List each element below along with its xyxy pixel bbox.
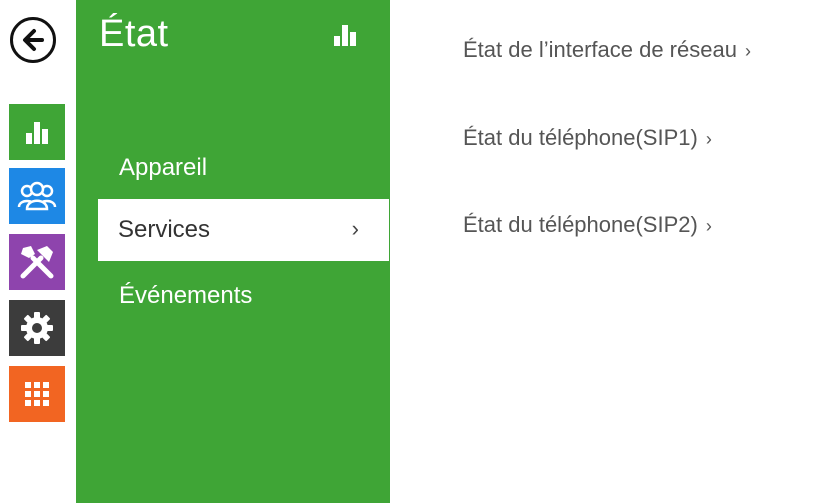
chevron-right-icon: › bbox=[705, 129, 712, 149]
rail-services-button[interactable] bbox=[9, 300, 65, 356]
menu-item-evenements[interactable]: Événements bbox=[99, 265, 390, 327]
system-grid-icon bbox=[25, 382, 49, 406]
menu-item-label: Événements bbox=[119, 282, 253, 309]
back-button[interactable] bbox=[10, 17, 56, 63]
back-arrow-icon bbox=[23, 29, 44, 51]
menu-item-appareil[interactable]: Appareil bbox=[99, 137, 390, 199]
status-chart-icon bbox=[26, 122, 48, 144]
rail-directory-button[interactable] bbox=[9, 168, 65, 224]
chevron-right-icon: › bbox=[351, 215, 359, 241]
link-network-interface-status[interactable]: État de l’interface de réseau › bbox=[463, 37, 751, 63]
chevron-right-icon: › bbox=[744, 41, 751, 61]
services-gear-icon bbox=[21, 312, 53, 344]
link-label: État du téléphone(SIP1) bbox=[463, 125, 698, 150]
link-label: État du téléphone(SIP2) bbox=[463, 212, 698, 237]
page-title: État bbox=[99, 13, 169, 55]
rail-status-button[interactable] bbox=[9, 104, 65, 160]
menu-item-services[interactable]: Services › bbox=[98, 199, 389, 261]
menu-item-label: Appareil bbox=[119, 154, 208, 181]
link-phone-status-sip1[interactable]: État du téléphone(SIP1) › bbox=[463, 125, 712, 151]
chevron-right-icon: › bbox=[705, 216, 712, 236]
rail-hardware-button[interactable] bbox=[9, 234, 65, 290]
menu-item-label: Services bbox=[118, 216, 211, 243]
hardware-tools-icon bbox=[20, 246, 54, 279]
status-menu-panel: État Appareil Services › Événements bbox=[76, 0, 390, 503]
status-chart-icon bbox=[334, 25, 356, 46]
link-phone-status-sip2[interactable]: État du téléphone(SIP2) › bbox=[463, 212, 712, 238]
rail-system-button[interactable] bbox=[9, 366, 65, 422]
link-label: État de l’interface de réseau bbox=[463, 37, 737, 62]
directory-users-icon bbox=[17, 181, 57, 211]
